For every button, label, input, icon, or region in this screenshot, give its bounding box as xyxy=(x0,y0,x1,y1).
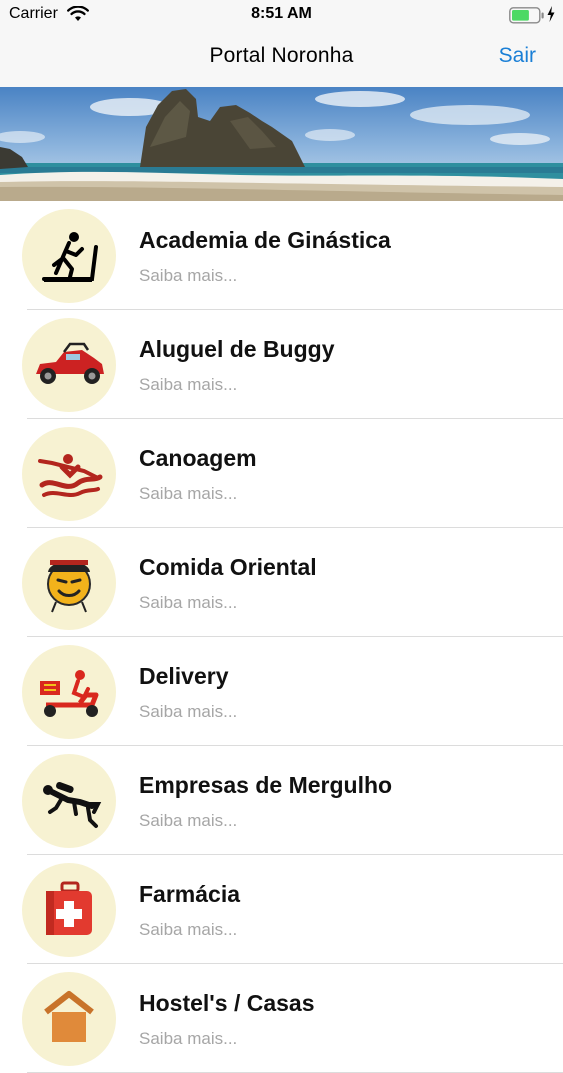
list-item-subtitle: Saiba mais... xyxy=(139,702,238,721)
status-time: 8:51 AM xyxy=(251,5,312,22)
logout-button[interactable]: Sair xyxy=(499,44,536,68)
list-item-subtitle: Saiba mais... xyxy=(139,266,238,285)
banner-image xyxy=(0,87,563,201)
first-aid-kit-icon xyxy=(22,863,116,957)
list-item-title: Comida Oriental xyxy=(139,554,317,580)
delivery-scooter-icon xyxy=(22,645,116,739)
status-bar: Carrier 8:51 AM xyxy=(0,0,563,30)
list-item-title: Canoagem xyxy=(139,445,257,471)
buggy-icon xyxy=(22,318,116,412)
list-item-title: Delivery xyxy=(139,663,229,689)
list-item[interactable]: Farmácia Saiba mais... xyxy=(0,855,563,964)
page-title: Portal Noronha xyxy=(209,44,354,67)
list-item[interactable]: Empresas de Mergulho Saiba mais... xyxy=(0,746,563,855)
diver-icon xyxy=(22,754,116,848)
list-item-subtitle: Saiba mais... xyxy=(139,593,238,612)
list-item-title: Academia de Ginástica xyxy=(139,227,391,253)
list-item[interactable]: Aluguel de Buggy Saiba mais... xyxy=(0,310,563,419)
list-item-subtitle: Saiba mais... xyxy=(139,375,238,394)
oriental-food-icon xyxy=(22,536,116,630)
list-item-title: Aluguel de Buggy xyxy=(139,336,335,362)
list-item-title: Farmácia xyxy=(139,881,241,907)
list-item-subtitle: Saiba mais... xyxy=(139,484,238,503)
list-item[interactable]: Comida Oriental Saiba mais... xyxy=(0,528,563,637)
treadmill-icon xyxy=(22,209,116,303)
battery-icon xyxy=(509,7,545,29)
list-item-subtitle: Saiba mais... xyxy=(139,811,238,830)
charging-bolt-icon xyxy=(547,6,555,27)
kayak-icon xyxy=(22,427,116,521)
list-item-subtitle: Saiba mais... xyxy=(139,920,238,939)
house-icon xyxy=(22,972,116,1066)
list-item-title: Empresas de Mergulho xyxy=(139,772,393,798)
list-item[interactable]: Academia de Ginástica Saiba mais... xyxy=(0,201,563,310)
list-item-subtitle: Saiba mais... xyxy=(139,1029,238,1048)
navigation-bar: Portal Noronha Sair xyxy=(0,30,563,87)
list-item[interactable]: Hostel's / Casas Saiba mais... xyxy=(0,964,563,1073)
list-item[interactable]: Delivery Saiba mais... xyxy=(0,637,563,746)
services-list: Academia de Ginástica Saiba mais... Alug… xyxy=(0,201,563,1073)
list-item-title: Hostel's / Casas xyxy=(139,990,315,1016)
list-item[interactable]: Canoagem Saiba mais... xyxy=(0,419,563,528)
